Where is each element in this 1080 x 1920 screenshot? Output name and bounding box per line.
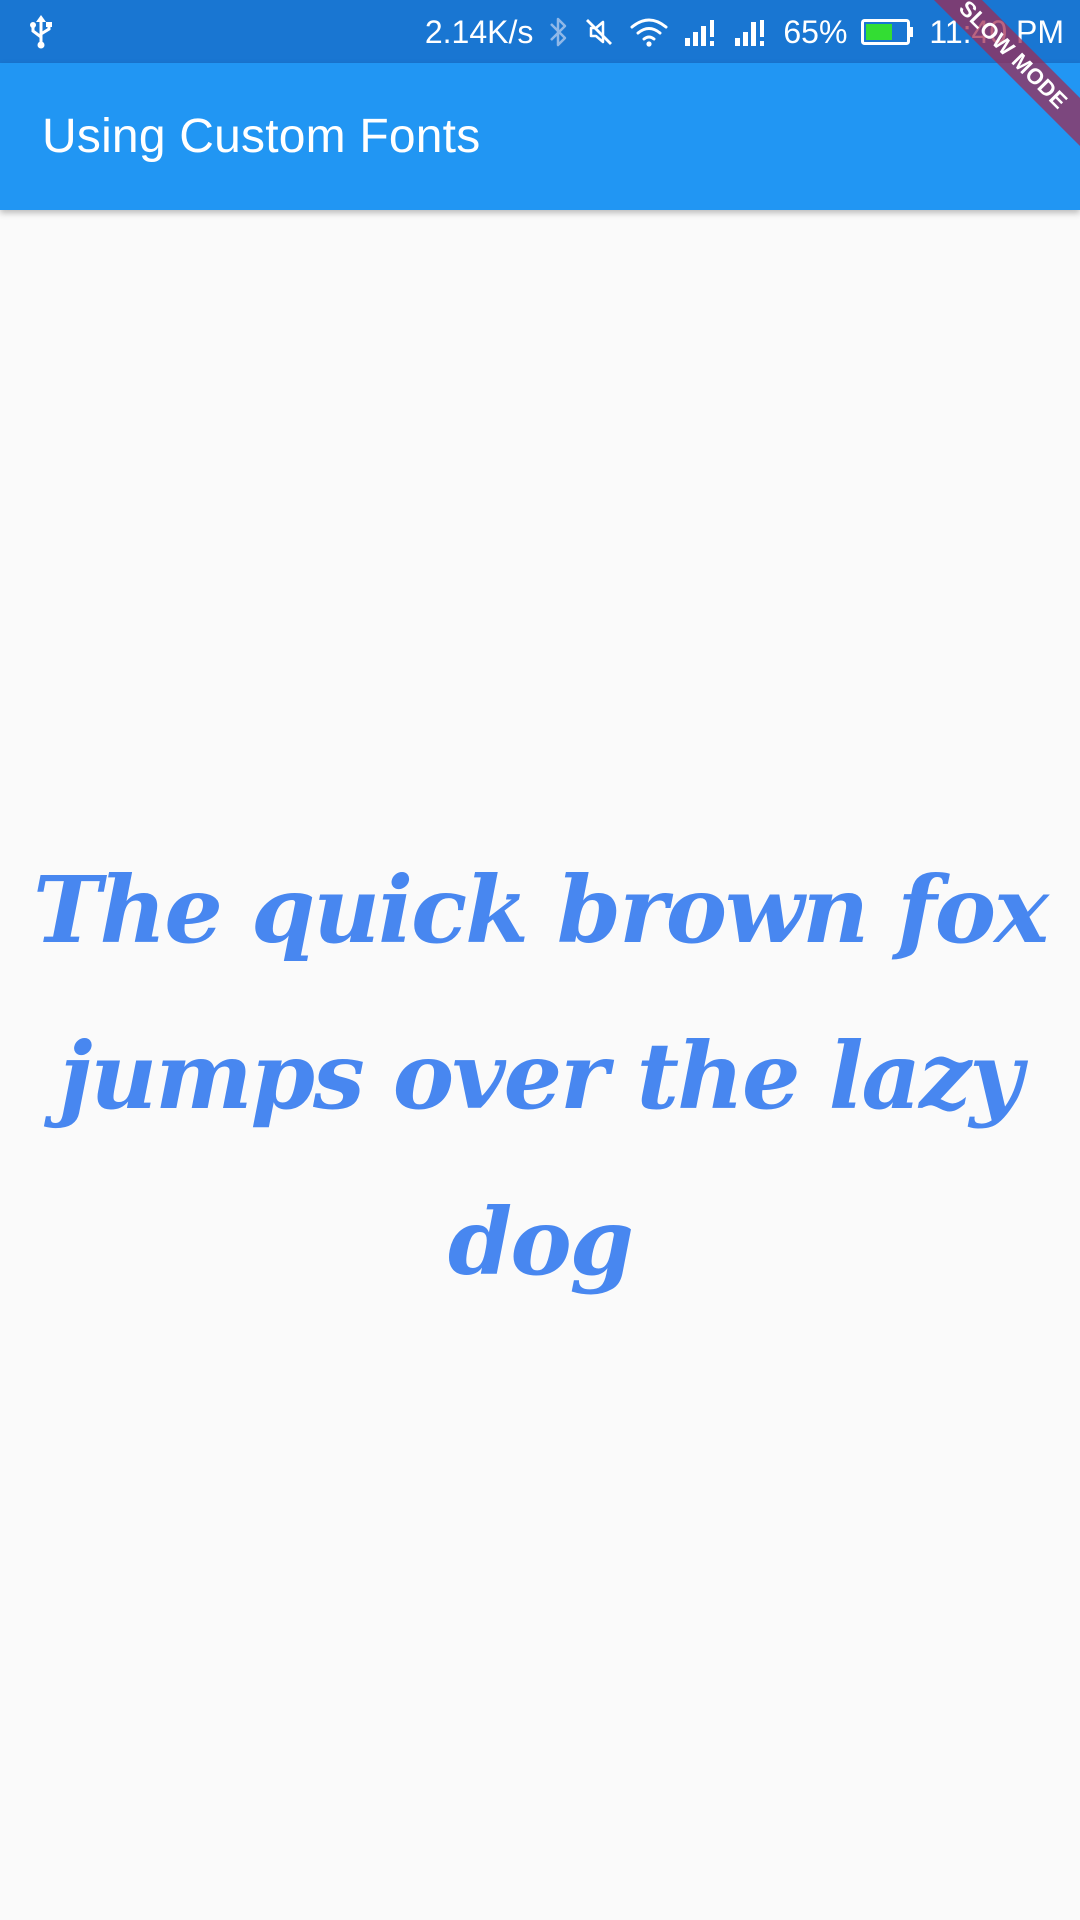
battery-fill [866,23,893,40]
status-right: 2.14K/s 65% 11:40 PM [425,0,1064,63]
clock: 11:40 PM [929,13,1064,50]
battery-percent: 65% [783,13,848,50]
wifi-icon [629,16,669,48]
status-bar: 2.14K/s 65% 11:40 PM [0,0,1080,63]
status-left [28,0,54,63]
signal-icon [683,16,719,48]
mute-icon [583,16,615,48]
main-content: The quick brown fox jumps over the lazy … [0,210,1080,1920]
app-bar: Using Custom Fonts [0,63,1080,210]
page-title: Using Custom Fonts [42,110,481,163]
bluetooth-icon [547,15,569,49]
network-speed: 2.14K/s [424,13,534,50]
signal-icon [733,16,769,48]
usb-icon [28,14,54,49]
app-screen: 2.14K/s 65% 11:40 PM Using Custom Fonts … [0,0,1080,1920]
battery-icon [861,17,915,47]
custom-font-text: The quick brown fox jumps over the lazy … [33,856,1049,1296]
